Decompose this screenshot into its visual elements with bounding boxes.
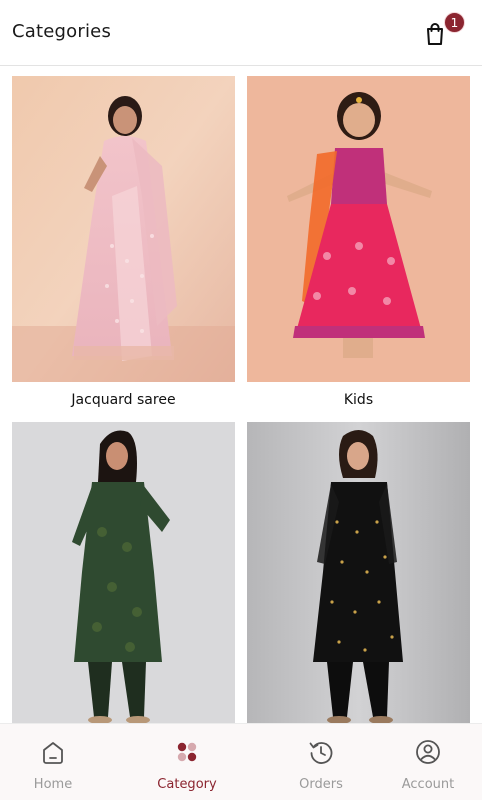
category-image-kurta-black [247, 422, 470, 723]
cart-button[interactable]: 1 [420, 12, 465, 52]
category-image-jacquard-saree [12, 76, 235, 382]
account-icon [416, 740, 440, 764]
page-title: Categories [12, 21, 112, 42]
nav-label-account: Account [401, 777, 455, 792]
category-card-kurta-green[interactable] [12, 422, 235, 723]
category-card-jacquard-saree[interactable]: Jacquard saree [12, 76, 235, 416]
bottom-nav: Home Category Orders Account [0, 723, 482, 800]
nav-category[interactable]: Category [132, 724, 242, 800]
nav-label-orders: Orders [299, 777, 343, 792]
home-icon [43, 742, 63, 764]
category-image-kids [247, 76, 470, 382]
cart-count-badge: 1 [444, 12, 465, 33]
nav-label-home: Home [33, 777, 73, 792]
category-icon [177, 742, 197, 762]
nav-home[interactable]: Home [0, 724, 108, 800]
shopping-bag-icon [427, 23, 443, 45]
app-header: Categories 1 [0, 0, 482, 66]
category-grid: Jacquard saree Kids [0, 66, 482, 723]
nav-label-category: Category [157, 777, 217, 792]
category-label: Jacquard saree [71, 392, 176, 408]
nav-orders[interactable]: Orders [266, 724, 376, 800]
category-card-kurta-black[interactable] [247, 422, 470, 723]
category-image-kurta-green [12, 422, 235, 723]
category-card-kids[interactable]: Kids [247, 76, 470, 416]
category-label: Kids [343, 392, 374, 408]
nav-account[interactable]: Account [373, 724, 482, 800]
orders-history-icon [309, 742, 333, 764]
